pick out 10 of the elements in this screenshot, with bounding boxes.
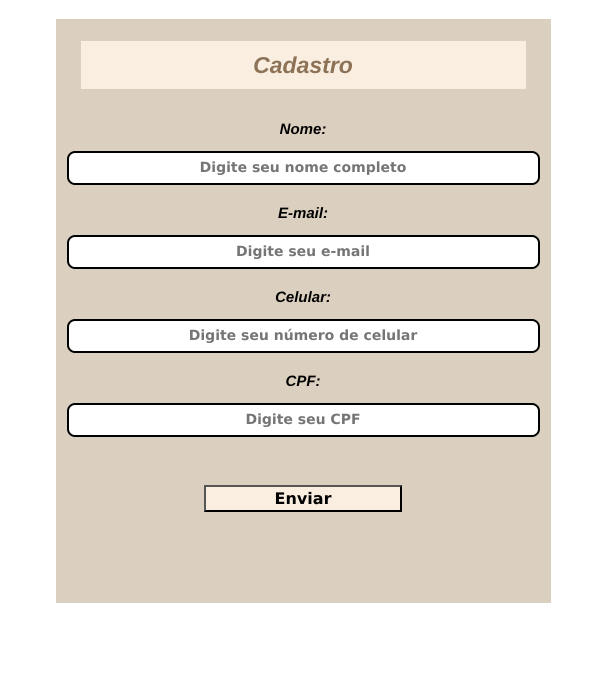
field-label: Celular: [275,289,331,307]
input-field[interactable]: Digite seu e-mail [66,235,540,269]
submit-button[interactable]: Enviar [204,485,402,512]
form-title: Cadastro [80,41,526,89]
field-label: Nome: [280,121,326,139]
input-field[interactable]: Digite seu nome completo [66,151,540,185]
field-label: CPF: [286,373,320,391]
field-label: E-mail: [278,205,328,223]
input-field[interactable]: Digite seu CPF [66,403,540,437]
input-field[interactable]: Digite seu número de celular [66,319,540,353]
